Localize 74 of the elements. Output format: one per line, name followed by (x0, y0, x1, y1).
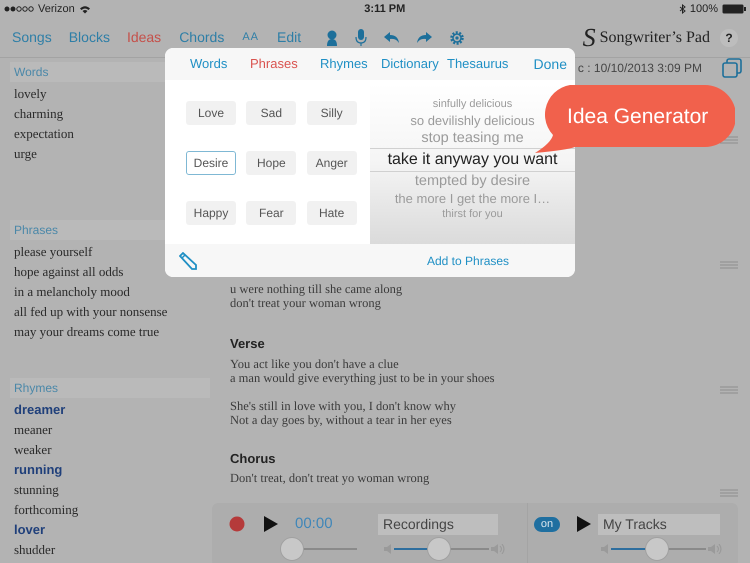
idea-item[interactable]: shudder (10, 540, 60, 560)
clock-time: 3:11 PM (364, 2, 406, 17)
done-button[interactable]: Done (534, 54, 567, 74)
mood-button[interactable]: Silly (306, 101, 357, 125)
popup-tab[interactable]: Phrases (250, 54, 320, 74)
idea-item[interactable]: hope against all odds (10, 262, 128, 282)
mood-button[interactable]: Hope (246, 151, 296, 175)
redo-icon[interactable] (416, 31, 434, 44)
mood-button[interactable]: Fear (246, 201, 296, 225)
lyric-line: She's still in love with you, I don't know why (230, 398, 458, 412)
idea-item[interactable]: dreamer (10, 400, 70, 420)
popup-tab[interactable]: Dictionary (381, 54, 447, 74)
pencil-icon[interactable] (179, 252, 197, 270)
carrier-name: Verizon (38, 2, 75, 17)
battery-percent: 100% (690, 2, 718, 17)
settings-icon[interactable] (449, 30, 466, 46)
idea-item[interactable]: please yourself (10, 242, 96, 262)
idea-item[interactable]: expectation (10, 124, 78, 144)
signal-icon (4, 5, 34, 13)
play-button[interactable] (577, 516, 591, 532)
idea-item[interactable]: weaker (10, 440, 56, 460)
idea-item[interactable]: forthcoming (10, 500, 82, 520)
app-title: Songwriter’s Pad (600, 28, 710, 48)
idea-item[interactable]: lovely (10, 84, 50, 104)
idea-item[interactable]: urge (10, 144, 41, 164)
mood-button[interactable]: Happy (186, 201, 236, 225)
microphone-icon[interactable] (355, 29, 368, 46)
callout-text: Idea Generator (567, 104, 708, 130)
record-button[interactable] (229, 516, 245, 532)
slider-thumb[interactable] (280, 537, 304, 561)
bluetooth-icon (678, 4, 686, 14)
wifi-icon (78, 4, 91, 14)
song-date: c : 10/10/2013 3:09 PM (578, 60, 702, 77)
mood-button[interactable]: Sad (246, 101, 296, 125)
person-icon[interactable] (325, 30, 340, 46)
idea-item[interactable]: lover (10, 520, 50, 540)
recordings-field[interactable]: Recordings (378, 514, 498, 534)
elapsed-time: 00:00 (295, 514, 334, 534)
block-title: Verse (230, 335, 266, 353)
slider-thumb[interactable] (426, 537, 451, 561)
undo-icon[interactable] (383, 31, 400, 44)
slider-thumb[interactable] (644, 537, 669, 561)
lyric-line: Not a day goes by, without a tear in her eyes (230, 412, 452, 426)
drag-handle-icon[interactable] (720, 261, 738, 269)
idea-item[interactable]: in a melancholy mood (10, 282, 134, 302)
app-logo: S (582, 24, 596, 50)
play-button[interactable] (264, 516, 278, 532)
idea-item[interactable]: charming (10, 104, 68, 124)
section-header: Rhymes (10, 378, 210, 398)
lyric-line: don't treat your woman wrong (230, 296, 382, 310)
copy-icon (722, 58, 742, 78)
add-to-phrases-button[interactable]: Add to Phrases (427, 252, 510, 270)
idea-item[interactable]: may your dreams come true (10, 322, 164, 342)
drag-handle-icon[interactable] (720, 386, 738, 394)
idea-item[interactable]: stunning (10, 480, 63, 500)
popup-tab[interactable]: Rhymes (320, 54, 381, 74)
idea-item[interactable]: all fed up with your nonsense (10, 302, 172, 322)
help-button[interactable]: ? (720, 28, 738, 46)
lyric-line: a man would give everything just to be in your shoes (230, 370, 496, 384)
idea-item[interactable]: running (10, 460, 66, 480)
mood-button[interactable]: Anger (306, 151, 357, 175)
mood-button[interactable]: Love (186, 101, 236, 125)
tracks-field[interactable]: My Tracks (598, 514, 720, 534)
mood-button[interactable]: Hate (306, 201, 357, 225)
lyric-line: u were nothing till she came along (230, 282, 404, 296)
idea-item[interactable]: meaner (10, 420, 56, 440)
mood-button[interactable]: Desire (186, 151, 236, 175)
tracks-toggle[interactable]: on (534, 516, 560, 532)
popup-tab[interactable]: Thesaurus (447, 54, 527, 74)
drag-handle-icon[interactable] (720, 489, 738, 497)
lyric-line: Don't treat, don't treat yo woman wrong (230, 471, 430, 485)
lyric-line: You act like you don't have a clue (230, 356, 400, 370)
block-title: Chorus (230, 450, 276, 468)
battery-icon (722, 4, 746, 14)
